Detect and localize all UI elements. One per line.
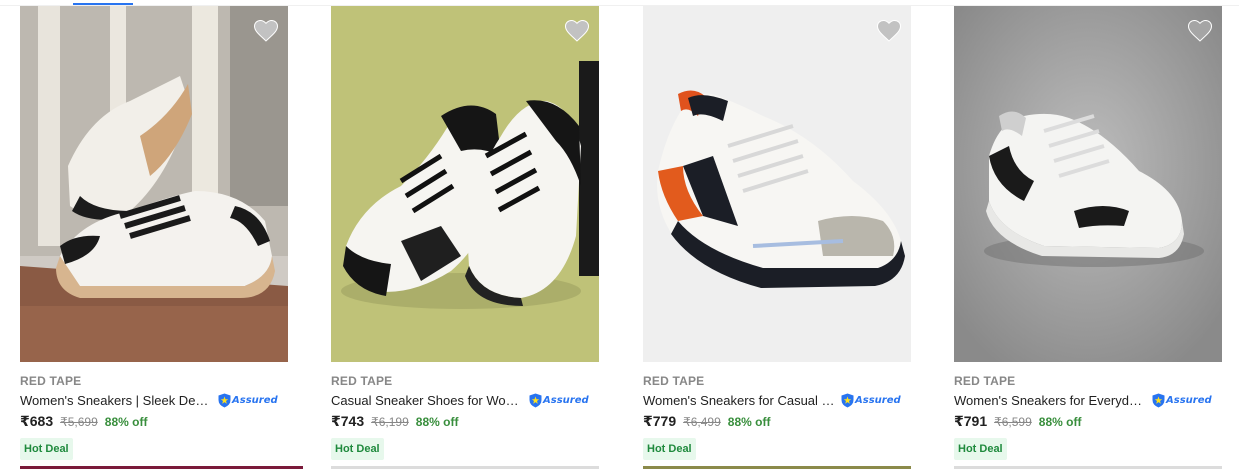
product-brand: RED TAPE — [954, 374, 1016, 388]
assured-label: Assured — [543, 394, 589, 406]
discount-percent: 88% off — [415, 415, 459, 429]
original-price: ₹5,699 — [60, 415, 98, 429]
assured-label: Assured — [855, 394, 901, 406]
original-price: ₹6,199 — [371, 415, 409, 429]
selling-price: ₹683 — [20, 413, 54, 429]
discount-percent: 88% off — [104, 415, 148, 429]
assured-label: Assured — [232, 394, 278, 406]
assured-badge: Assured — [529, 393, 589, 408]
product-image-shoe — [643, 6, 911, 362]
assured-shield-icon — [841, 393, 854, 407]
price-row: ₹779 ₹6,499 88% off — [643, 413, 770, 431]
price-row: ₹683 ₹5,699 88% off — [20, 413, 147, 431]
product-title[interactable]: Casual Sneaker Shoes for Wome... — [331, 393, 523, 408]
discount-percent: 88% off — [727, 415, 771, 429]
card-bottom-strip — [954, 466, 1222, 469]
product-brand: RED TAPE — [643, 374, 705, 388]
assured-badge: Assured — [1152, 393, 1212, 408]
product-brand: RED TAPE — [331, 374, 393, 388]
card-bottom-strip — [331, 466, 599, 469]
wishlist-heart-icon[interactable] — [254, 20, 278, 42]
wishlist-heart-icon[interactable] — [877, 20, 901, 42]
hot-deal-badge: Hot Deal — [643, 438, 696, 460]
product-card[interactable]: RED TAPE Women's Sneakers for Everyday .… — [954, 6, 1222, 470]
selling-price: ₹743 — [331, 413, 365, 429]
price-row: ₹791 ₹6,599 88% off — [954, 413, 1081, 431]
product-title-row: Women's Sneakers for Everyday ... Assure… — [954, 390, 1222, 410]
card-bottom-strip — [20, 466, 303, 469]
product-title[interactable]: Women's Sneakers for Everyday ... — [954, 393, 1146, 408]
original-price: ₹6,599 — [994, 415, 1032, 429]
product-brand: RED TAPE — [20, 374, 82, 388]
assured-shield-icon — [529, 393, 542, 407]
product-image[interactable] — [20, 6, 288, 362]
product-card[interactable]: RED TAPE Casual Sneaker Shoes for Wome..… — [331, 6, 599, 470]
product-card[interactable]: RED TAPE Women's Sneakers for Casual E..… — [643, 6, 911, 470]
active-tab-indicator — [73, 3, 133, 5]
discount-percent: 88% off — [1038, 415, 1082, 429]
price-row: ₹743 ₹6,199 88% off — [331, 413, 458, 431]
product-image[interactable] — [643, 6, 911, 362]
wishlist-heart-icon[interactable] — [565, 20, 589, 42]
hot-deal-badge: Hot Deal — [20, 438, 73, 460]
assured-shield-icon — [1152, 393, 1165, 407]
assured-label: Assured — [1166, 394, 1212, 406]
product-image-shoe — [954, 6, 1222, 362]
card-bottom-strip — [643, 466, 911, 469]
assured-shield-icon — [218, 393, 231, 407]
original-price: ₹6,499 — [683, 415, 721, 429]
product-title[interactable]: Women's Sneakers | Sleek Desi... — [20, 393, 212, 408]
product-image[interactable] — [331, 6, 599, 362]
assured-badge: Assured — [218, 393, 278, 408]
product-title[interactable]: Women's Sneakers for Casual E... — [643, 393, 835, 408]
product-title-row: Casual Sneaker Shoes for Wome... Assured — [331, 390, 599, 410]
selling-price: ₹791 — [954, 413, 988, 429]
product-title-row: Women's Sneakers | Sleek Desi... Assured — [20, 390, 288, 410]
hot-deal-badge: Hot Deal — [331, 438, 384, 460]
product-image-shoes — [20, 6, 288, 362]
wishlist-heart-icon[interactable] — [1188, 20, 1212, 42]
product-card[interactable]: RED TAPE Women's Sneakers | Sleek Desi..… — [20, 6, 303, 470]
product-image-shoes — [331, 6, 599, 362]
product-image[interactable] — [954, 6, 1222, 362]
hot-deal-badge: Hot Deal — [954, 438, 1007, 460]
selling-price: ₹779 — [643, 413, 677, 429]
assured-badge: Assured — [841, 393, 901, 408]
product-title-row: Women's Sneakers for Casual E... Assured — [643, 390, 911, 410]
